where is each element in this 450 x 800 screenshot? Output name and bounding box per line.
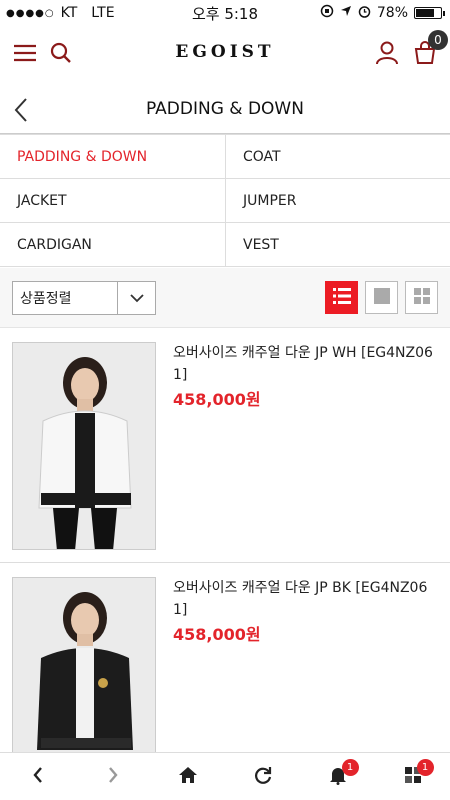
list-view-icon xyxy=(332,287,352,309)
apps-badge: 1 xyxy=(416,759,434,776)
category-grid: PADDING & DOWN COAT JACKET JUMPER CARDIG… xyxy=(0,134,450,267)
grid-view-icon xyxy=(413,287,431,309)
single-view-icon xyxy=(373,287,391,309)
product-item[interactable]: 오버사이즈 캐주얼 다운 JP WH [EG4NZ061] 458,000원 xyxy=(0,328,450,563)
product-price: 458,000원 xyxy=(173,625,261,644)
single-view-button[interactable] xyxy=(365,281,398,314)
nav-apps-button[interactable]: 1 xyxy=(375,753,450,800)
category-jumper[interactable]: JUMPER xyxy=(225,179,450,222)
cart-count-badge: 0 xyxy=(428,30,448,50)
category-vest[interactable]: VEST xyxy=(225,223,450,266)
page-title: PADDING & DOWN xyxy=(146,99,304,119)
back-arrow-icon xyxy=(32,766,44,788)
nav-home-button[interactable] xyxy=(150,753,225,800)
sort-select-value: 상품정렬 xyxy=(20,291,72,307)
list-view-button[interactable] xyxy=(325,281,358,314)
product-list: 오버사이즈 캐주얼 다운 JP WH [EG4NZ061] 458,000원 오… xyxy=(0,328,450,798)
page-title-bar: PADDING & DOWN xyxy=(0,86,450,134)
nav-back-button[interactable] xyxy=(0,753,75,800)
battery-icon xyxy=(414,7,445,19)
nav-notifications-button[interactable]: 1 xyxy=(300,753,375,800)
product-price: 458,000원 xyxy=(173,390,261,409)
cart-icon[interactable]: 0 xyxy=(410,30,448,68)
rotation-lock-icon xyxy=(320,4,334,22)
home-icon xyxy=(178,766,198,788)
location-icon xyxy=(340,5,352,21)
forward-arrow-icon xyxy=(107,766,119,788)
user-icon[interactable] xyxy=(372,38,402,68)
category-coat[interactable]: COAT xyxy=(225,135,450,178)
status-bar: ●●●●○ KT LTE 오후 5:18 78% xyxy=(0,0,450,26)
chevron-down-icon[interactable] xyxy=(117,282,155,314)
bottom-nav: 1 1 xyxy=(0,752,450,800)
product-image[interactable] xyxy=(12,342,156,550)
product-name[interactable]: 오버사이즈 캐주얼 다운 JP BK [EG4NZ061] xyxy=(173,577,441,621)
nav-refresh-button[interactable] xyxy=(225,753,300,800)
category-jacket[interactable]: JACKET xyxy=(0,179,225,222)
notification-badge: 1 xyxy=(341,759,359,776)
battery-percent: 78% xyxy=(376,5,408,21)
alarm-icon xyxy=(358,5,371,22)
sort-select[interactable]: 상품정렬 xyxy=(12,281,156,315)
sort-toolbar: 상품정렬 xyxy=(0,268,450,328)
grid-view-button[interactable] xyxy=(405,281,438,314)
category-cardigan[interactable]: CARDIGAN xyxy=(0,223,225,266)
nav-forward-button[interactable] xyxy=(75,753,150,800)
refresh-icon xyxy=(253,765,273,789)
product-name[interactable]: 오버사이즈 캐주얼 다운 JP WH [EG4NZ061] xyxy=(173,342,441,386)
app-header: EGOIST 0 xyxy=(0,26,450,82)
category-padding-down[interactable]: PADDING & DOWN xyxy=(0,135,225,178)
